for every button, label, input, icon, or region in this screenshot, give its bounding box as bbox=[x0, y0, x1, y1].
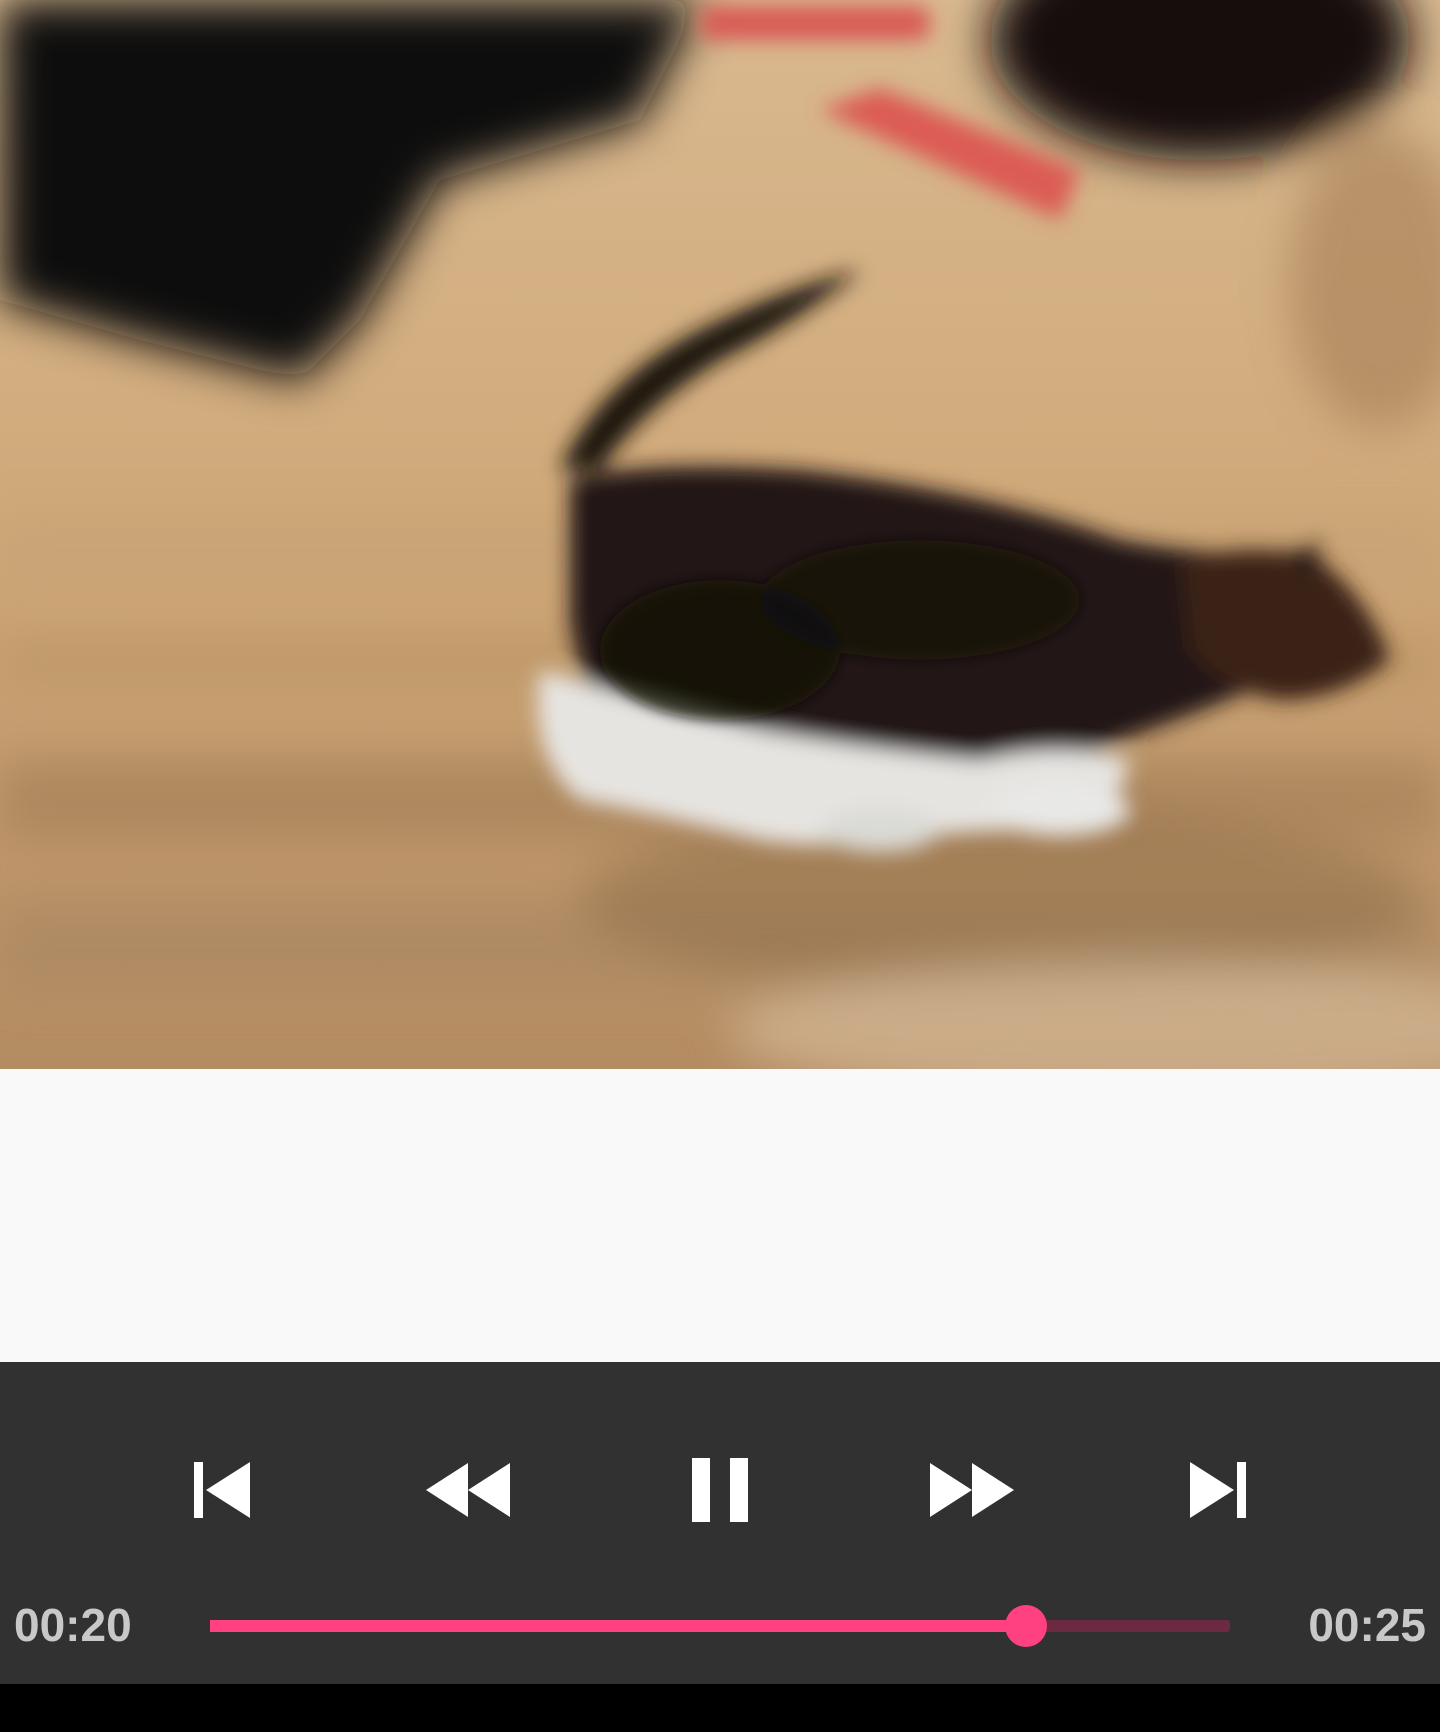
skip-previous-icon bbox=[194, 1462, 250, 1518]
fast-forward-button[interactable] bbox=[912, 1442, 1032, 1538]
seek-progress bbox=[210, 1620, 1026, 1632]
rewind-icon bbox=[426, 1463, 510, 1517]
system-navigation-bar bbox=[0, 1684, 1440, 1732]
skip-next-icon bbox=[1190, 1462, 1246, 1518]
video-letterbox-area bbox=[0, 1069, 1440, 1362]
video-frame[interactable] bbox=[0, 0, 1440, 1069]
seek-bar[interactable] bbox=[210, 1604, 1230, 1648]
seek-thumb[interactable] bbox=[1005, 1605, 1047, 1647]
total-time: 00:25 bbox=[1308, 1599, 1426, 1651]
pause-button[interactable] bbox=[660, 1442, 780, 1538]
video-player-screen: 00:20 00:25 bbox=[0, 0, 1440, 1732]
fast-forward-icon bbox=[930, 1463, 1014, 1517]
video-frame-image bbox=[0, 0, 1440, 1069]
current-time: 00:20 bbox=[14, 1599, 132, 1651]
rewind-button[interactable] bbox=[408, 1442, 528, 1538]
pause-icon bbox=[692, 1458, 748, 1522]
skip-previous-button[interactable] bbox=[162, 1442, 282, 1538]
skip-next-button[interactable] bbox=[1158, 1442, 1278, 1538]
media-controls: 00:20 00:25 bbox=[0, 1362, 1440, 1684]
